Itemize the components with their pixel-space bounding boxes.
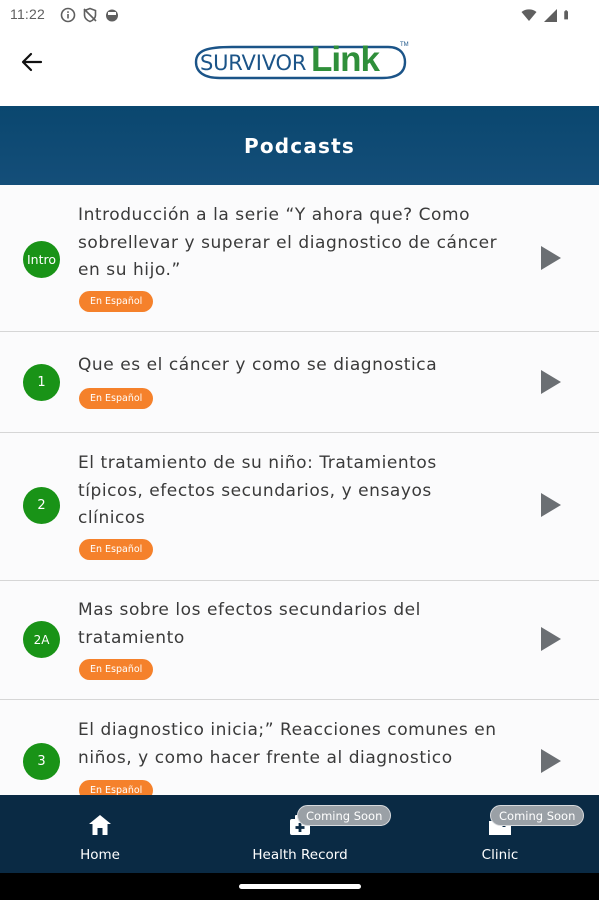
podcast-item[interactable]: Intro Introducción a la serie “Y ahora q…	[0, 185, 599, 332]
podcast-title-line: sobrellevar y superar el diagnostico de …	[78, 232, 498, 253]
nav-label-health-record: Health Record	[252, 847, 348, 863]
episode-number-badge: 1	[23, 364, 60, 401]
episode-number-badge: 3	[23, 743, 60, 780]
page-title-banner: Podcasts	[0, 106, 599, 185]
nav-item-home[interactable]: Home	[50, 795, 150, 873]
info-circle-icon	[60, 7, 76, 23]
app-header: SURVIVOR Link TM	[0, 30, 599, 106]
logo-text-survivor: SURVIVOR	[200, 51, 307, 75]
play-button[interactable]	[536, 368, 564, 396]
podcast-title: El tratamiento de su niño: Tratamientos …	[78, 450, 518, 533]
podcast-title-line: clínicos	[78, 508, 146, 528]
podcast-list[interactable]: Intro Introducción a la serie “Y ahora q…	[0, 185, 599, 795]
play-icon	[541, 493, 561, 517]
logo-trademark: TM	[400, 42, 409, 48]
podcast-title: Mas sobre los efectos secundarios del tr…	[78, 597, 518, 652]
podcast-item[interactable]: 1 Que es el cáncer y como se diagnostica…	[0, 332, 599, 433]
podcast-title-line: tratamiento	[78, 627, 185, 648]
nav-label-home: Home	[80, 847, 120, 863]
nav-label-clinic: Clinic	[481, 847, 519, 863]
nav-item-health-record[interactable]: Coming Soon Health Record	[240, 795, 392, 873]
status-time: 11:22	[10, 6, 45, 22]
podcast-title: El diagnostico inicia;” Reacciones comun…	[78, 717, 538, 772]
arrow-left-icon	[21, 52, 43, 72]
wifi-icon	[521, 9, 537, 21]
podcast-title-line: en su hijo.”	[78, 260, 181, 280]
nav-item-clinic[interactable]: Coming Soon Clinic	[450, 795, 585, 873]
language-badge: En Español	[79, 388, 154, 409]
face-icon	[106, 9, 118, 22]
status-bar: 11:22	[0, 0, 599, 30]
play-button[interactable]	[536, 625, 564, 653]
podcast-title-line: El diagnostico inicia;” Reacciones comun…	[78, 720, 497, 740]
podcast-title: Que es el cáncer y como se diagnostica	[78, 352, 518, 380]
signal-icon	[544, 9, 557, 22]
play-icon	[541, 627, 561, 651]
play-icon	[541, 749, 561, 773]
language-badge: En Español	[79, 780, 154, 795]
podcast-title-line: típicos, efectos secundarios, y ensayos	[78, 480, 432, 501]
page-title: Podcasts	[243, 133, 356, 158]
logo-text-link: Link	[311, 40, 380, 79]
podcast-item[interactable]: 2A Mas sobre los efectos secundarios del…	[0, 581, 599, 700]
podcast-item[interactable]: 3 El diagnostico inicia;” Reacciones com…	[0, 700, 599, 795]
language-badge: En Español	[79, 291, 154, 312]
podcast-title-line: Que es el cáncer y como se diagnostica	[78, 355, 438, 375]
language-badge: En Español	[79, 539, 154, 560]
back-button[interactable]	[14, 48, 50, 76]
bottom-nav: Home Coming Soon Health Record Coming So…	[0, 795, 599, 873]
play-icon	[541, 246, 561, 270]
language-badge: En Español	[79, 659, 154, 680]
episode-number-badge: Intro	[23, 241, 60, 278]
play-button[interactable]	[536, 244, 564, 272]
gesture-home-handle[interactable]	[239, 884, 361, 889]
podcast-title-line: El tratamiento de su niño: Tratamientos	[78, 453, 437, 473]
status-notification-icons	[60, 7, 120, 23]
episode-number-badge: 2	[23, 487, 60, 524]
system-nav-bar	[0, 873, 599, 900]
status-system-icons	[521, 7, 573, 23]
survivorlink-logo: SURVIVOR Link TM	[192, 38, 409, 86]
podcast-title-line: Mas sobre los efectos secundarios del	[78, 600, 421, 620]
podcast-item[interactable]: 2 El tratamiento de su niño: Tratamiento…	[0, 433, 599, 581]
coming-soon-badge: Coming Soon	[490, 805, 585, 826]
podcast-title-line: Introducción a la serie “Y ahora que? Co…	[78, 205, 471, 225]
battery-icon	[564, 10, 568, 20]
shield-off-icon	[83, 7, 97, 23]
home-icon	[89, 815, 111, 835]
play-button[interactable]	[536, 747, 564, 775]
episode-number-badge: 2A	[23, 621, 60, 658]
coming-soon-badge: Coming Soon	[297, 805, 392, 826]
podcast-title: Introducción a la serie “Y ahora que? Co…	[78, 202, 518, 285]
play-button[interactable]	[536, 491, 564, 519]
play-icon	[541, 370, 561, 394]
podcast-title-line: niños, y como hacer frente al diagnostic…	[78, 747, 453, 768]
